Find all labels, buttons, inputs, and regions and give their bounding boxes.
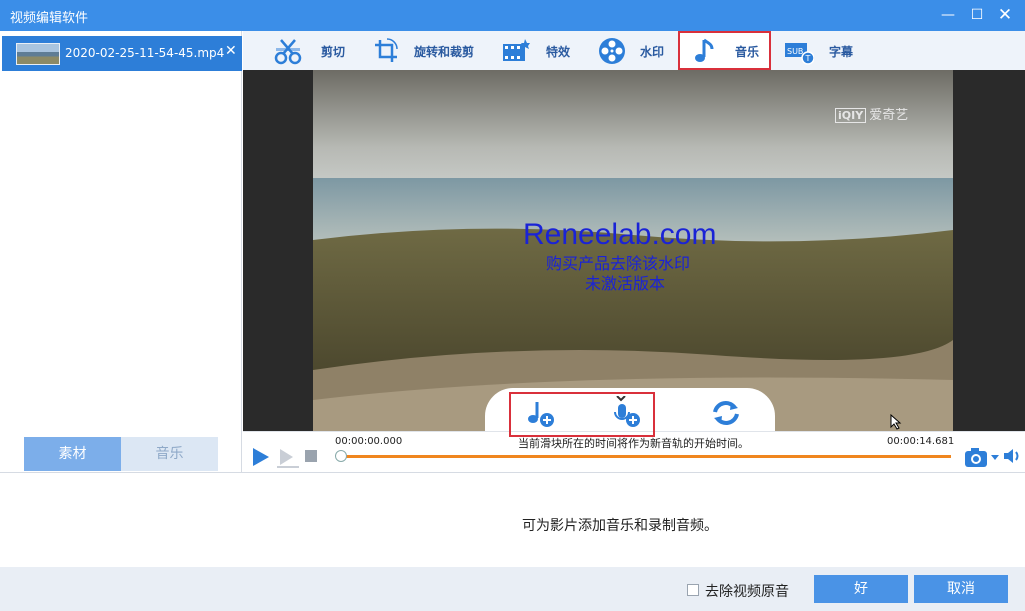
camera-icon[interactable] — [964, 446, 990, 468]
timeline-slider[interactable] — [335, 450, 347, 462]
volume-icon[interactable] — [1002, 447, 1022, 465]
preview-area: iQIY 爱奇艺 Reneelab.com 购买产品去除该水印 未激活版本 — [243, 70, 1025, 437]
close-window-button[interactable]: ✕ — [994, 5, 1016, 25]
svg-text:T: T — [805, 54, 811, 63]
remove-original-audio-label: 去除视频原音 — [705, 584, 789, 600]
svg-text:SUB: SUB — [787, 47, 803, 56]
left-tabs: 素材 音乐 — [24, 437, 218, 471]
cancel-button[interactable]: 取消 — [914, 575, 1008, 603]
title-bar: 视频编辑软件 — ☐ ✕ — [0, 0, 1025, 31]
tool-music-label: 音乐 — [735, 45, 760, 59]
tool-cut[interactable]: 剪切 — [273, 31, 353, 70]
play-icon[interactable] — [251, 446, 271, 468]
ok-button[interactable]: 好 — [814, 575, 908, 603]
film-reel-icon — [599, 38, 625, 64]
tool-subtitle[interactable]: SUB T 字幕 — [784, 31, 859, 70]
watermark-unactivated: 未激活版本 — [585, 274, 666, 293]
playback-bar: 00:00:00.000 当前滑块所在的时间将作为新音轨的开始时间。 00:00… — [243, 431, 1025, 472]
subtitle-icon: SUB T — [785, 43, 814, 65]
tab-material[interactable]: 素材 — [24, 437, 121, 471]
music-actions-highlight — [509, 392, 655, 437]
info-text: 可为影片添加音乐和录制音频。 — [522, 518, 718, 534]
timeline-track[interactable] — [339, 455, 951, 458]
minimize-button[interactable]: — — [937, 5, 959, 25]
crop-rotate-icon — [375, 38, 398, 62]
stop-icon[interactable] — [305, 450, 317, 462]
tab-music[interactable]: 音乐 — [121, 437, 218, 471]
tool-music[interactable]: 音乐 — [678, 31, 771, 70]
time-start: 00:00:00.000 — [335, 436, 403, 447]
play-segment-icon[interactable] — [276, 446, 300, 468]
refresh-icon[interactable] — [709, 396, 743, 430]
edit-toolbar: 剪切 旋转和裁剪 特效 水印 音乐 SUB T 字幕 — [243, 31, 1025, 70]
watermark-domain: Reneelab.com — [523, 218, 717, 251]
remove-original-audio-checkbox[interactable] — [687, 584, 699, 596]
chevron-down-icon[interactable] — [990, 454, 1000, 462]
window-title: 视频编辑软件 — [10, 11, 89, 26]
mouse-cursor-icon — [890, 414, 902, 430]
file-name: 2020-02-25-11-54-45.mp4 — [65, 46, 225, 60]
tool-rotate-crop-label: 旋转和裁剪 — [414, 45, 475, 59]
maximize-button[interactable]: ☐ — [966, 5, 988, 25]
info-area: 可为影片添加音乐和录制音频。 — [0, 472, 1025, 567]
music-note-icon — [695, 38, 714, 62]
tool-effects[interactable]: 特效 — [501, 31, 581, 70]
playback-hint: 当前滑块所在的时间将作为新音轨的开始时间。 — [518, 437, 749, 450]
file-list-item[interactable]: 2020-02-25-11-54-45.mp4 ✕ — [2, 36, 242, 71]
tool-cut-label: 剪切 — [321, 45, 346, 59]
left-panel: 2020-02-25-11-54-45.mp4 ✕ 素材 音乐 — [0, 31, 242, 472]
tool-effects-label: 特效 — [546, 45, 571, 59]
channel-logo-box: iQIY — [835, 108, 867, 123]
video-thumbnail — [16, 43, 60, 65]
film-effect-icon — [503, 39, 530, 61]
tool-watermark[interactable]: 水印 — [597, 31, 672, 70]
time-end: 00:00:14.681 — [887, 436, 955, 447]
tool-watermark-label: 水印 — [640, 45, 665, 59]
scissors-icon — [274, 39, 302, 65]
remove-file-button[interactable]: ✕ — [225, 43, 237, 59]
video-frame: iQIY 爱奇艺 Reneelab.com 购买产品去除该水印 未激活版本 — [313, 70, 953, 431]
channel-logo-text: 爱奇艺 — [869, 108, 909, 123]
bottom-bar: 去除视频原音 好 取消 — [0, 567, 1025, 611]
tool-rotate-crop[interactable]: 旋转和裁剪 — [371, 31, 486, 70]
channel-logo: iQIY 爱奇艺 — [835, 104, 908, 123]
tool-subtitle-label: 字幕 — [829, 45, 854, 59]
